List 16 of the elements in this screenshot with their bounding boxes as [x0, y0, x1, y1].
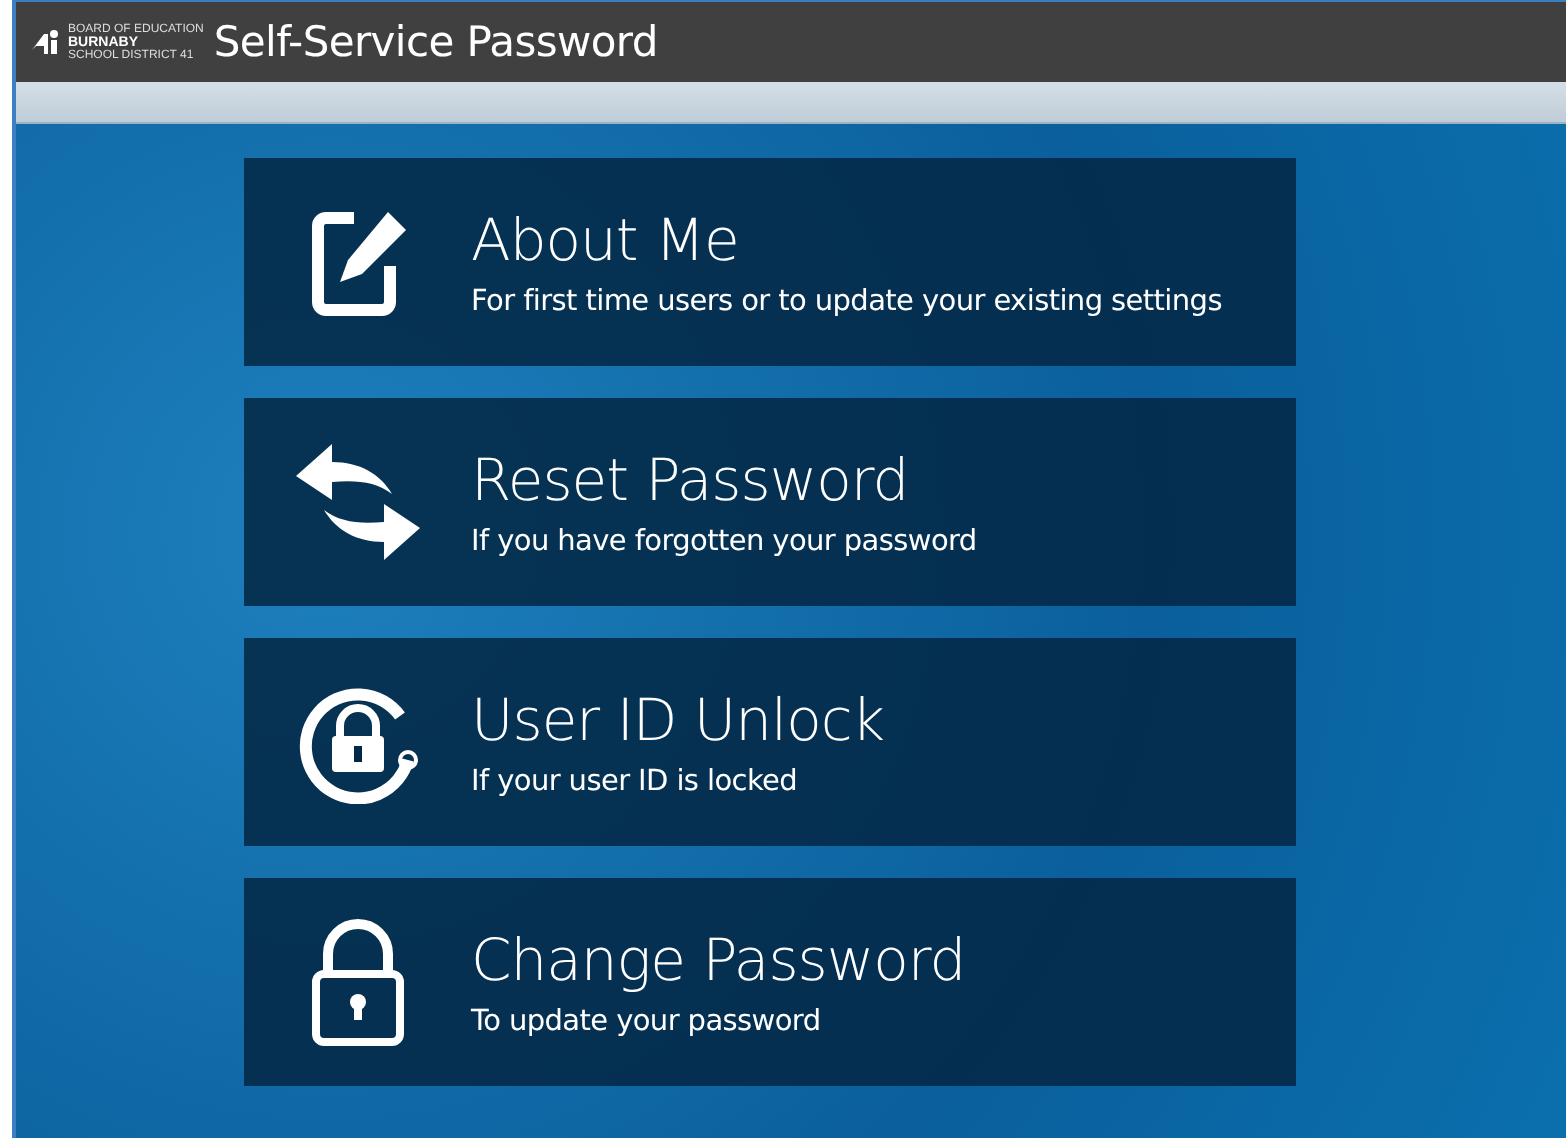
option-description: For first time users or to update your existing settings: [471, 286, 1222, 318]
option-title: About Me: [471, 206, 741, 274]
option-card[interactable]: User ID Unlock If your user ID is locked: [243, 638, 1295, 846]
option-title: Change Password: [471, 926, 966, 994]
app-title: Self-Service Password: [213, 18, 658, 66]
option-card[interactable]: Reset Password If you have forgotten your password: [243, 398, 1295, 606]
option-description: To update your password: [471, 1006, 823, 1038]
logo-icon: [32, 30, 64, 54]
option-description: If your user ID is locked: [471, 766, 800, 798]
padlock-icon: [307, 918, 407, 1046]
option-description: If you have forgotten your password: [471, 526, 977, 558]
option-card[interactable]: Change Password To update your password: [243, 878, 1295, 1086]
option-card[interactable]: About Me For first time users or to update your existing settings: [243, 158, 1295, 366]
circular-arrows-icon: [291, 440, 423, 564]
option-title: Reset Password: [471, 446, 911, 514]
option-title: User ID Unlock: [471, 686, 885, 754]
